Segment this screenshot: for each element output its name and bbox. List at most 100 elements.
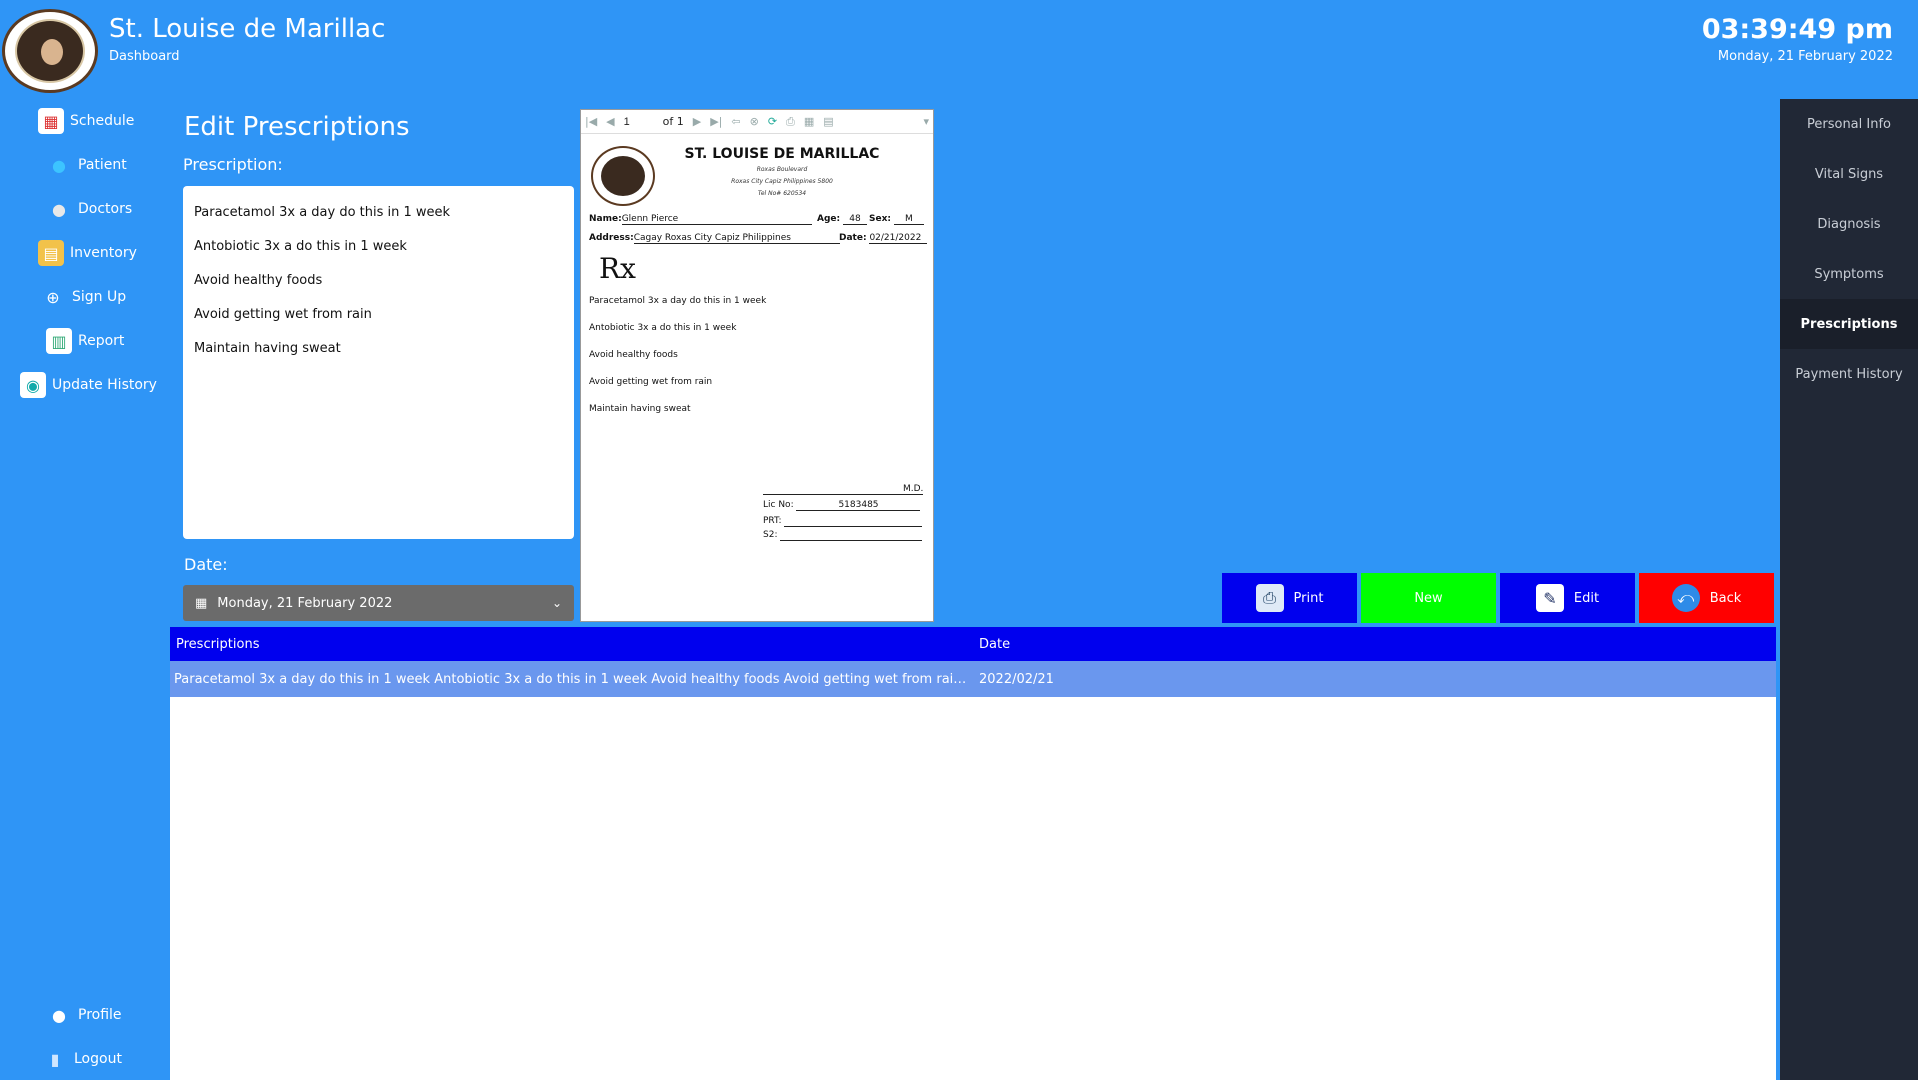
sign-up-icon: ⊕ — [46, 287, 60, 307]
last-page-icon[interactable]: ▶| — [710, 115, 722, 128]
report-sex-value: M — [893, 214, 924, 225]
page-setup-icon[interactable]: ▤ — [823, 115, 833, 128]
page-number-input[interactable] — [623, 113, 654, 130]
print-button[interactable]: ⎙ Print — [1222, 573, 1357, 623]
page-total: of 1 — [662, 115, 684, 128]
back-icon[interactable]: ⇦ — [731, 115, 740, 128]
nav-profile[interactable]: ● Profile — [46, 998, 122, 1032]
cell-prescriptions: Paracetamol 3x a day do this in 1 week A… — [174, 671, 973, 687]
stop-icon[interactable]: ⊗ — [750, 115, 759, 128]
app-title: St. Louise de Marillac — [109, 14, 386, 44]
logout-icon: ▮ — [50, 1049, 60, 1069]
date-picker[interactable]: ▦ Monday, 21 February 2022 ⌄ — [183, 585, 574, 621]
nav-label: Logout — [74, 1051, 122, 1067]
patient-sections-panel: Personal Info Vital Signs Diagnosis Symp… — [1780, 99, 1918, 1080]
nav-sign-up[interactable]: ⊕ Sign Up — [40, 280, 126, 314]
nav-label: Report — [78, 333, 125, 349]
nav-logout[interactable]: ▮ Logout — [42, 1042, 122, 1076]
report-line: Maintain having sweat — [589, 404, 691, 414]
clock: 03:39:49 pm Monday, 21 February 2022 — [1702, 14, 1893, 64]
new-label: New — [1414, 590, 1443, 606]
calendar-icon: ▦ — [38, 108, 64, 134]
edit-label: Edit — [1573, 590, 1600, 606]
update-history-icon: ◉ — [20, 372, 46, 398]
prescription-line: Paracetamol 3x a day do this in 1 week — [194, 205, 451, 220]
edit-icon: ✎ — [1535, 584, 1564, 612]
signature-line — [763, 484, 923, 495]
back-label: Back — [1709, 590, 1742, 606]
refresh-icon[interactable]: ⟳ — [768, 115, 777, 128]
doctor-icon: ● — [52, 199, 66, 219]
report-age-value: 48 — [843, 214, 867, 225]
first-page-icon[interactable]: |◀ — [585, 115, 597, 128]
nav-label: Patient — [78, 157, 127, 173]
report-s2-field: S2: — [763, 530, 923, 541]
report-md: M.D. — [903, 484, 924, 494]
nav-label: Schedule — [70, 113, 135, 129]
chevron-down-icon[interactable]: ⌄ — [552, 596, 562, 610]
report-address-1: Roxas Boulevard — [756, 166, 808, 173]
rx-symbol: Rx — [599, 252, 636, 285]
cell-date: 2022/02/21 — [979, 671, 1054, 687]
nav-update-history[interactable]: ◉ Update History — [20, 368, 157, 402]
report-name-field: Name:Glenn Pierce — [589, 214, 812, 225]
new-button[interactable]: New — [1361, 573, 1496, 623]
printer-icon: ⎙ — [1255, 584, 1284, 612]
back-arrow-icon: ⤺ — [1671, 584, 1700, 612]
tab-payment-history[interactable]: Payment History — [1780, 349, 1918, 399]
tab-personal-info[interactable]: Personal Info — [1780, 99, 1918, 149]
column-header-prescriptions[interactable]: Prescriptions — [170, 637, 973, 652]
profile-icon: ● — [52, 1005, 66, 1025]
report-line: Avoid getting wet from rain — [589, 377, 713, 387]
report-address-field: Address:Cagay Roxas City Capiz Philippin… — [589, 233, 840, 244]
prev-page-icon[interactable]: ◀ — [606, 115, 614, 128]
report-tel: Tel No# 620534 — [757, 190, 807, 197]
prescriptions-table: Prescriptions Date Paracetamol 3x a day … — [170, 627, 1776, 1080]
date-label: Date: — [184, 555, 228, 574]
clock-time: 03:39:49 pm — [1701, 14, 1893, 45]
edit-button[interactable]: ✎ Edit — [1500, 573, 1635, 623]
page-layout-icon[interactable]: ▦ — [804, 115, 814, 128]
report-sex-field: Sex: M — [869, 214, 924, 225]
clock-date: Monday, 21 February 2022 — [1717, 49, 1893, 64]
date-picker-value: Monday, 21 February 2022 — [217, 595, 393, 611]
print-icon[interactable]: ⎙ — [786, 115, 795, 129]
patient-icon: ● — [52, 155, 66, 175]
calendar-icon: ▦ — [195, 595, 208, 611]
report-clinic-name: ST. LOUISE DE MARILLAC — [684, 146, 880, 162]
tab-diagnosis[interactable]: Diagnosis — [1780, 199, 1918, 249]
table-row[interactable]: Paracetamol 3x a day do this in 1 week A… — [170, 661, 1776, 697]
report-date-field: Date: 02/21/2022 — [839, 233, 928, 244]
tab-prescriptions[interactable]: Prescriptions — [1780, 299, 1918, 349]
report-prt-field: PRT: — [763, 516, 923, 527]
column-header-date[interactable]: Date — [973, 637, 1010, 652]
report-lic-field: Lic No: 5183485 — [763, 500, 921, 511]
report-viewer: |◀ ◀ of 1 ▶ ▶| ⇦ ⊗ ⟳ ⎙ ▦ ▤ ▾ ST. LOUISE … — [580, 109, 934, 622]
prescription-line: Maintain having sweat — [194, 341, 341, 356]
nav-label: Sign Up — [72, 289, 127, 305]
nav-schedule[interactable]: ▦ Schedule — [38, 104, 134, 138]
prescription-textarea[interactable]: Paracetamol 3x a day do this in 1 week A… — [183, 186, 574, 539]
table-header: Prescriptions Date — [170, 627, 1776, 661]
prescription-line: Avoid healthy foods — [194, 273, 323, 288]
next-page-icon[interactable]: ▶ — [693, 115, 701, 128]
report-name-value: Glenn Pierce — [621, 214, 812, 225]
report-lic-value: 5183485 — [796, 500, 921, 511]
nav-label: Update History — [52, 377, 157, 393]
back-button[interactable]: ⤺ Back — [1639, 573, 1774, 623]
report-address-2: Roxas City Capiz Philippines 5800 — [731, 178, 833, 185]
tab-symptoms[interactable]: Symptoms — [1780, 249, 1918, 299]
nav-label: Profile — [78, 1007, 122, 1023]
report-line: Antobiotic 3x a do this in 1 week — [589, 323, 737, 333]
report-line: Avoid healthy foods — [589, 350, 678, 360]
nav-report[interactable]: ▥ Report — [46, 324, 124, 358]
nav-doctors[interactable]: ● Doctors — [46, 192, 132, 226]
nav-label: Doctors — [78, 201, 133, 217]
nav-patient[interactable]: ● Patient — [46, 148, 127, 182]
report-date-value: 02/21/2022 — [869, 233, 928, 244]
dropdown-icon[interactable]: ▾ — [923, 115, 929, 128]
report-line: Paracetamol 3x a day do this in 1 week — [589, 296, 767, 306]
nav-inventory[interactable]: ▤ Inventory — [38, 236, 137, 270]
tab-vital-signs[interactable]: Vital Signs — [1780, 149, 1918, 199]
report-logo — [591, 146, 655, 206]
